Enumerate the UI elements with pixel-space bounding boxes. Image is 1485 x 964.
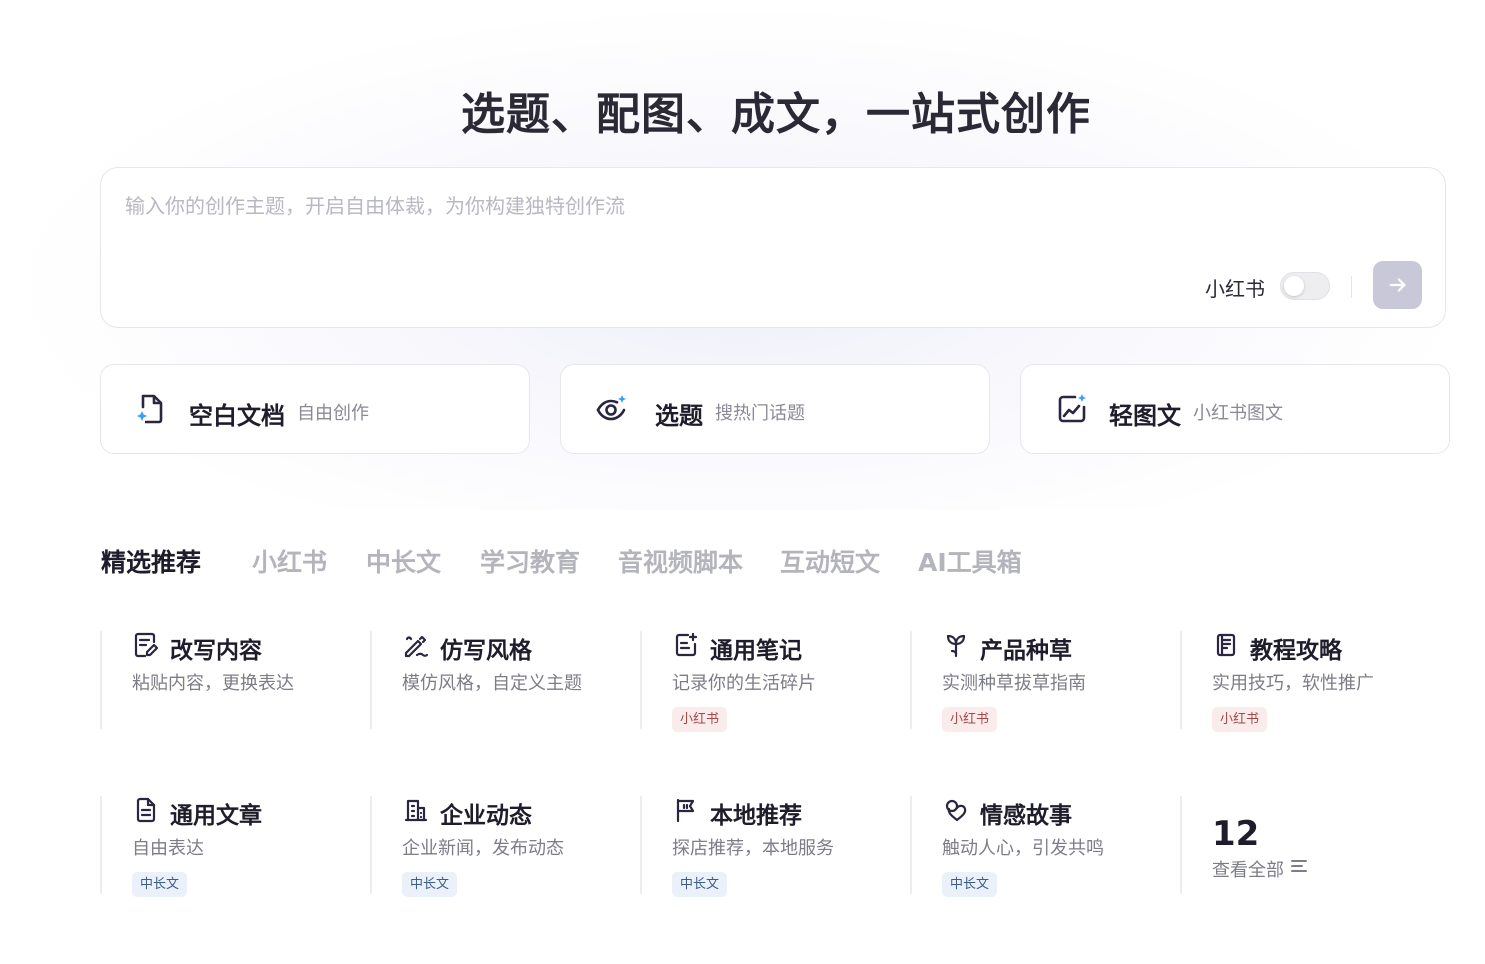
- xiaohongshu-toggle-label: 小红书: [1205, 277, 1265, 301]
- template-general-note[interactable]: 通用笔记 记录你的生活碎片 小红书: [640, 631, 900, 732]
- building-icon: [404, 799, 428, 822]
- template-desc: 粘贴内容，更换表达: [132, 673, 294, 694]
- template-desc: 模仿风格，自定义主题: [402, 673, 582, 694]
- template-tag: 小红书: [672, 707, 728, 732]
- divider: [1351, 276, 1352, 298]
- template-desc: 记录你的生活碎片: [672, 673, 816, 694]
- template-tag: 中长文: [672, 872, 728, 897]
- template-emotional-story[interactable]: 情感故事 触动人心，引发共鸣 中长文: [910, 796, 1170, 897]
- template-tag: 小红书: [942, 707, 998, 732]
- template-desc: 触动人心，引发共鸣: [942, 838, 1104, 859]
- pen-style-icon: [404, 635, 429, 658]
- template-company-news[interactable]: 企业动态 企业新闻，发布动态 中长文: [370, 796, 630, 897]
- template-title: 情感故事: [980, 803, 1072, 829]
- arrow-right-icon: [1389, 278, 1406, 292]
- tab-interactive-short[interactable]: 互动短文: [780, 543, 880, 579]
- tab-ai-toolbox[interactable]: AI工具箱: [918, 543, 1022, 579]
- toggle-knob: [1284, 276, 1304, 296]
- template-title: 产品种草: [980, 638, 1072, 664]
- template-tag: 中长文: [132, 872, 188, 897]
- edit-doc-icon: [134, 632, 159, 658]
- article-icon: [136, 797, 156, 823]
- flag-icon: [676, 798, 695, 823]
- tab-featured[interactable]: 精选推荐: [101, 543, 201, 579]
- tab-education[interactable]: 学习教育: [480, 543, 580, 579]
- template-imitate-style[interactable]: 仿写风格 模仿风格，自定义主题: [370, 631, 630, 729]
- template-tutorial-guide[interactable]: 教程攻略 实用技巧，软性推广 小红书: [1180, 631, 1440, 732]
- view-all-templates[interactable]: 12 查看全部: [1180, 796, 1440, 894]
- page: 选题、配图、成文，一站式创作 小红书 空白文档 自由创作: [0, 0, 1485, 964]
- eye-sparkle-icon: [596, 395, 626, 421]
- tab-xiaohongshu[interactable]: 小红书: [252, 543, 327, 579]
- template-tag: 中长文: [942, 872, 998, 897]
- mode-card-topic[interactable]: 选题 搜热门话题: [560, 364, 990, 454]
- template-title: 通用文章: [170, 803, 262, 829]
- template-title: 教程攻略: [1250, 638, 1342, 664]
- template-tag: 小红书: [1212, 707, 1268, 732]
- tab-av-script[interactable]: 音视频脚本: [618, 543, 743, 579]
- template-title: 改写内容: [170, 638, 262, 664]
- blank-doc-icon: [137, 394, 163, 424]
- mode-title: 轻图文: [1109, 402, 1181, 430]
- template-local-recommend[interactable]: 本地推荐 探店推荐，本地服务 中长文: [640, 796, 900, 897]
- mode-subtitle: 自由创作: [297, 403, 369, 424]
- template-tag: 中长文: [402, 872, 458, 897]
- template-count: 12: [1212, 814, 1260, 854]
- template-product-seeding[interactable]: 产品种草 实测种草拔草指南 小红书: [910, 631, 1170, 732]
- template-rewrite[interactable]: 改写内容 粘贴内容，更换表达: [100, 631, 360, 729]
- prompt-box: 小红书: [100, 167, 1446, 328]
- mode-title: 选题: [655, 402, 703, 430]
- template-title: 本地推荐: [710, 803, 802, 829]
- template-desc: 探店推荐，本地服务: [672, 838, 834, 859]
- mode-title: 空白文档: [189, 402, 285, 430]
- sprout-icon: [946, 634, 966, 658]
- mode-card-light-image-text[interactable]: 轻图文 小红书图文: [1020, 364, 1450, 454]
- view-all-label: 查看全部: [1212, 860, 1284, 881]
- note-add-icon: [675, 632, 698, 657]
- template-desc: 企业新闻，发布动态: [402, 838, 564, 859]
- template-title: 仿写风格: [440, 638, 532, 664]
- hero-title: 选题、配图、成文，一站式创作: [461, 89, 1091, 140]
- topic-input[interactable]: [125, 190, 1225, 222]
- template-desc: 实用技巧，软性推广: [1212, 673, 1374, 694]
- tab-long-article[interactable]: 中长文: [366, 543, 441, 579]
- chart-sparkle-icon: [1058, 394, 1086, 423]
- template-desc: 实测种草拔草指南: [942, 673, 1086, 694]
- template-general-article[interactable]: 通用文章 自由表达 中长文: [100, 796, 360, 897]
- template-title: 通用笔记: [710, 638, 802, 664]
- mode-subtitle: 搜热门话题: [715, 403, 805, 424]
- mode-subtitle: 小红书图文: [1193, 403, 1283, 424]
- list-icon: [1291, 860, 1307, 872]
- guide-book-icon: [1216, 633, 1236, 657]
- heart-story-icon: [945, 799, 967, 822]
- send-button[interactable]: [1373, 261, 1422, 309]
- mode-card-blank-doc[interactable]: 空白文档 自由创作: [100, 364, 530, 454]
- template-desc: 自由表达: [132, 838, 204, 859]
- template-title: 企业动态: [440, 803, 532, 829]
- xiaohongshu-toggle[interactable]: [1280, 272, 1330, 300]
